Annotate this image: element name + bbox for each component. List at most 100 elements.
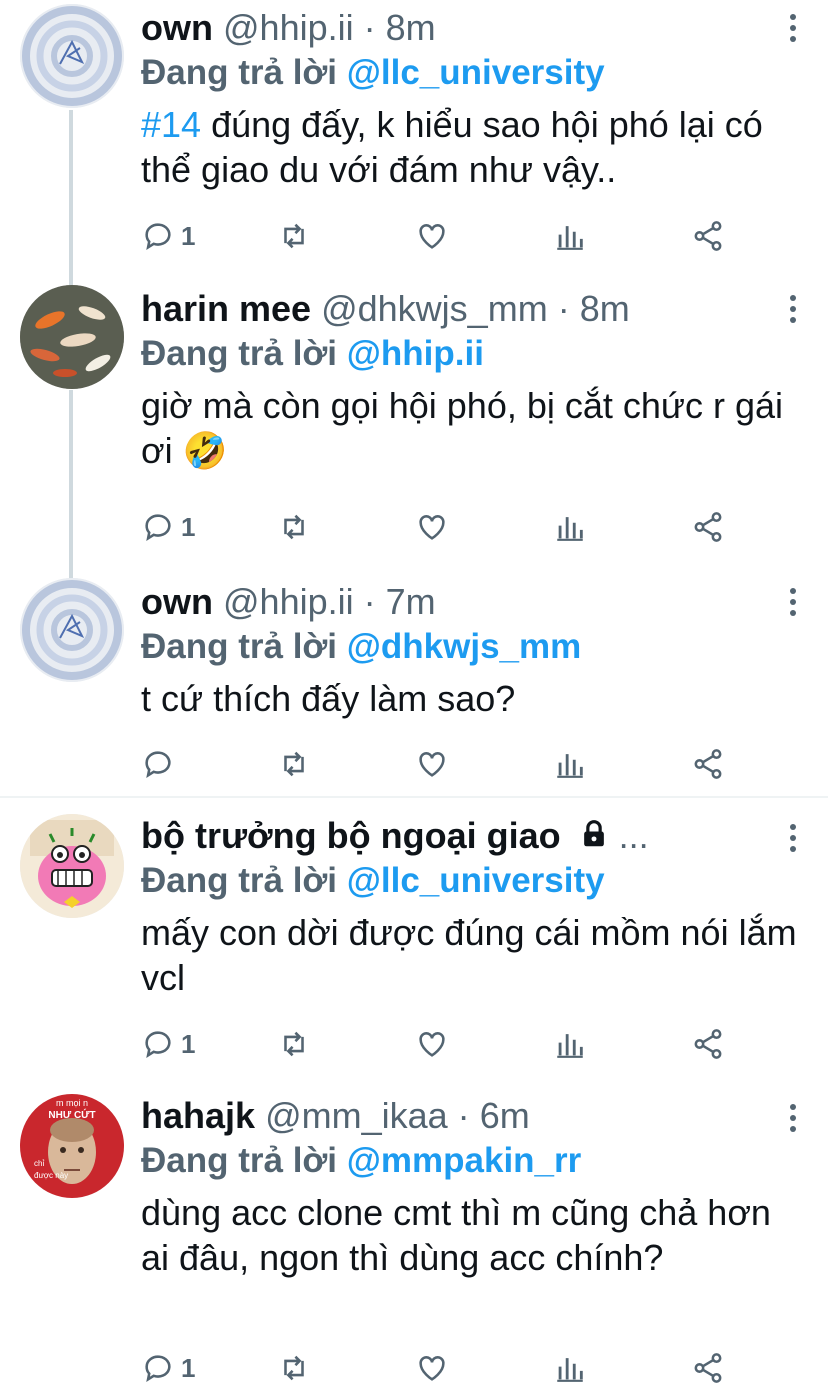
display-name[interactable]: harin mee <box>141 289 311 329</box>
share-icon <box>694 512 722 542</box>
reply-count: 1 <box>181 220 196 251</box>
share-icon <box>694 221 722 251</box>
reply-button[interactable] <box>141 744 181 784</box>
user-handle[interactable]: @hhip.ii <box>223 582 354 622</box>
display-name[interactable]: bộ trưởng bộ ngoại giao <box>141 816 561 856</box>
like-button[interactable] <box>415 216 449 256</box>
reply-mention[interactable]: @llc_university <box>347 53 605 92</box>
replying-to-label: Đang trả lời <box>141 627 338 666</box>
heart-icon <box>419 515 445 540</box>
share-button[interactable] <box>691 1024 725 1064</box>
thread-line <box>69 110 73 285</box>
retweet-button[interactable] <box>277 744 311 784</box>
share-icon <box>694 1353 722 1383</box>
views-button[interactable] <box>553 744 587 784</box>
views-button[interactable] <box>553 1024 587 1064</box>
more-options-icon[interactable] <box>788 14 798 42</box>
tweet-actions <box>141 744 741 784</box>
avatar[interactable] <box>20 814 124 918</box>
retweet-icon <box>284 514 304 540</box>
timestamp[interactable]: 7m <box>386 582 436 622</box>
reply-icon <box>145 1031 171 1058</box>
share-button[interactable] <box>691 744 725 784</box>
avatar-caption-low: chỉ <box>34 1159 44 1168</box>
avatar-caption-top: m mọi n <box>56 1098 88 1108</box>
spiral-sticker-avatar <box>20 4 124 108</box>
reply-icon <box>145 223 171 250</box>
more-options-icon[interactable] <box>788 824 798 852</box>
display-name[interactable]: own <box>141 8 213 48</box>
tweet-header: own @hhip.ii · 7m <box>141 582 804 626</box>
heart-icon <box>419 1356 445 1381</box>
separator-dot: · <box>363 582 376 622</box>
reply-count: 1 <box>181 1028 196 1059</box>
tweet-body: đúng đấy, k hiểu sao hội phó lại có thể … <box>141 104 763 190</box>
tweet-header: harin mee @dhkwjs_mm · 8m <box>141 289 804 333</box>
display-name[interactable]: hahajk <box>141 1096 255 1136</box>
tweet-1[interactable]: own @hhip.ii · 8m Đang trả lời @llc_univ… <box>0 0 828 285</box>
tweet-text: mấy con dời được đúng cái mồm nói lắm vc… <box>141 912 797 998</box>
like-button[interactable] <box>415 744 449 784</box>
lock-icon <box>583 820 604 847</box>
meme-face-avatar: m mọi n NHƯ CỨT chỉ được này <box>20 1094 124 1198</box>
reply-mention[interactable]: @dhkwjs_mm <box>347 627 581 666</box>
share-button[interactable] <box>691 1348 725 1388</box>
retweet-button[interactable] <box>277 216 311 256</box>
share-button[interactable] <box>691 507 725 547</box>
heart-icon <box>419 224 445 249</box>
user-handle[interactable]: @mm_ikaa <box>265 1096 448 1136</box>
more-options-icon[interactable] <box>788 295 798 323</box>
reply-button[interactable]: 1 <box>141 216 195 256</box>
like-button[interactable] <box>415 1348 449 1388</box>
tweet-text: #14 đúng đấy, k hiểu sao hội phó lại có … <box>141 102 804 192</box>
tweet-actions: 1 <box>141 1348 741 1388</box>
avatar-caption-bottom: được này <box>34 1171 68 1180</box>
replying-to-label: Đang trả lời <box>141 861 338 900</box>
user-handle[interactable]: @dhkwjs_mm <box>321 289 548 329</box>
like-button[interactable] <box>415 1024 449 1064</box>
reply-button[interactable]: 1 <box>141 1024 195 1064</box>
avatar[interactable] <box>20 578 124 682</box>
tweet-5[interactable]: m mọi n NHƯ CỨT chỉ được này hahajk @mm_… <box>0 1092 828 1398</box>
reply-icon <box>145 514 171 541</box>
more-options-icon[interactable] <box>788 1104 798 1132</box>
replying-to-label: Đang trả lời <box>141 334 338 373</box>
tweet-3[interactable]: own @hhip.ii · 7m Đang trả lời @dhkwjs_m… <box>0 578 828 793</box>
avatar[interactable] <box>20 285 124 389</box>
reply-mention[interactable]: @mmpakin_rr <box>347 1141 582 1180</box>
timestamp[interactable]: 8m <box>580 289 630 329</box>
display-name[interactable]: own <box>141 582 213 622</box>
tweet-text: dùng acc clone cmt thì m cũng chả hơn ai… <box>141 1192 771 1278</box>
avatar[interactable] <box>20 4 124 108</box>
heart-icon <box>419 752 445 777</box>
views-button[interactable] <box>553 216 587 256</box>
retweet-button[interactable] <box>277 1024 311 1064</box>
reply-button[interactable]: 1 <box>141 507 195 547</box>
timestamp[interactable]: 8m <box>386 8 436 48</box>
views-button[interactable] <box>553 507 587 547</box>
analytics-icon <box>557 517 583 541</box>
reply-mention[interactable]: @hhip.ii <box>347 334 484 373</box>
like-button[interactable] <box>415 507 449 547</box>
share-button[interactable] <box>691 216 725 256</box>
tweet-2[interactable]: harin mee @dhkwjs_mm · 8m Đang trả lời @… <box>0 285 828 590</box>
reply-icon <box>145 1355 171 1382</box>
replying-to-label: Đang trả lời <box>141 53 338 92</box>
user-handle[interactable]: @hhip.ii <box>223 8 354 48</box>
retweet-button[interactable] <box>277 507 311 547</box>
separator-dot: · <box>457 1096 470 1136</box>
views-button[interactable] <box>553 1348 587 1388</box>
retweet-button[interactable] <box>277 1348 311 1388</box>
more-options-icon[interactable] <box>788 588 798 616</box>
reply-mention[interactable]: @llc_university <box>347 861 605 900</box>
timestamp[interactable]: 6m <box>480 1096 530 1136</box>
retweet-icon <box>284 1355 304 1381</box>
share-icon <box>694 1029 722 1059</box>
analytics-icon <box>557 1034 583 1058</box>
tweet-4[interactable]: bộ trưởng bộ ngoại giao ... Đang trả lời… <box>0 812 828 1082</box>
reply-button[interactable]: 1 <box>141 1348 195 1388</box>
avatar[interactable]: m mọi n NHƯ CỨT chỉ được này <box>20 1094 124 1198</box>
hashtag-link[interactable]: #14 <box>141 104 201 145</box>
tweet-divider <box>0 796 828 798</box>
thread-line <box>69 390 73 590</box>
